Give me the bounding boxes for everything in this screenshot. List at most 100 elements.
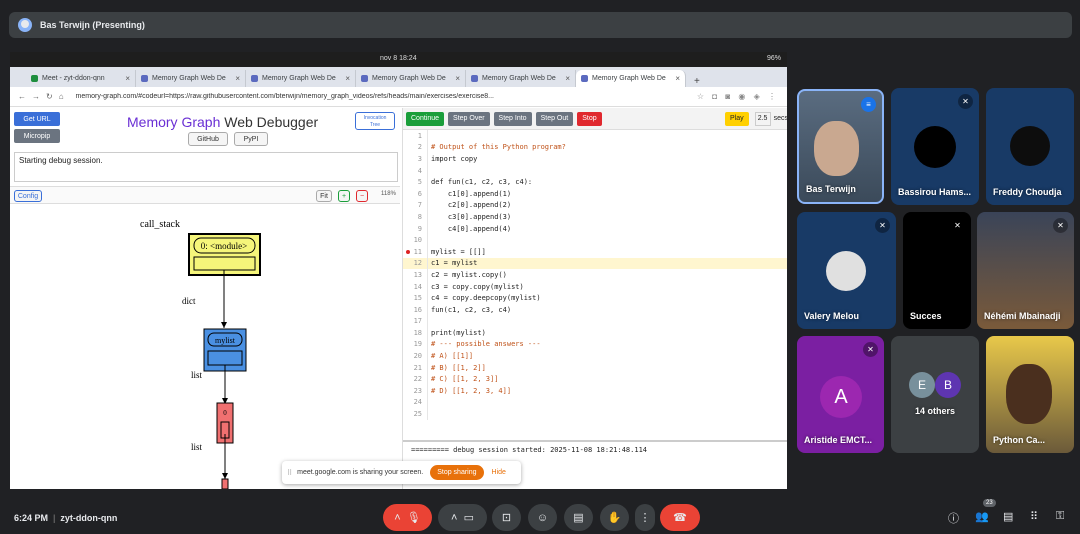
- code-line[interactable]: 5 def fun(c1, c2, c3, c4):: [403, 176, 787, 188]
- participant-tile[interactable]: ✕ Bassirou Hams...: [891, 88, 979, 205]
- line-number[interactable]: 18: [403, 327, 428, 339]
- browser-tab[interactable]: Memory Graph Web De ×: [466, 70, 576, 87]
- line-number[interactable]: 15: [403, 292, 428, 304]
- host-controls-icon[interactable]: ⚿: [1056, 510, 1064, 523]
- more-options-button[interactable]: ⋮: [635, 504, 655, 531]
- others-tile[interactable]: E B 14 others: [891, 336, 979, 453]
- participant-tile[interactable]: A ✕ Aristide EMCT...: [797, 336, 884, 453]
- code-line[interactable]: 6 c1[0].append(1): [403, 187, 787, 200]
- stop-button[interactable]: Stop: [577, 111, 602, 126]
- browser-tab[interactable]: Meet - zyt-ddon-qnn ×: [26, 70, 136, 87]
- code-line[interactable]: 11 mylist = [[]]: [403, 245, 787, 258]
- close-icon[interactable]: ×: [455, 74, 460, 83]
- play-button[interactable]: Play: [724, 111, 749, 126]
- raise-hand-button[interactable]: ✋: [600, 504, 629, 531]
- inner-list-node[interactable]: [221, 478, 229, 489]
- code-line[interactable]: 13 c2 = mylist.copy(): [403, 269, 787, 281]
- chat-icon[interactable]: ▤: [1003, 510, 1013, 523]
- line-number[interactable]: 24: [403, 396, 428, 409]
- extensions-icon[interactable]: ☆ ◘ ◙ ◉ ◈ ⋮: [697, 92, 779, 101]
- code-line[interactable]: 16 fun(c1, c2, c3, c4): [403, 303, 787, 316]
- line-number[interactable]: 25: [403, 408, 428, 420]
- micropip-button[interactable]: Micropip: [14, 129, 60, 143]
- captions-button[interactable]: ▤: [564, 504, 593, 531]
- code-line[interactable]: 23 # D) [[1, 2, 3, 4]]: [403, 385, 787, 397]
- browser-tab[interactable]: Memory Graph Web De ×: [246, 70, 356, 87]
- step-into-button[interactable]: Step Into: [493, 111, 532, 126]
- activities-icon[interactable]: ⠿: [1030, 510, 1038, 523]
- close-icon[interactable]: ×: [565, 74, 570, 83]
- speed-input[interactable]: 2.5: [754, 111, 771, 126]
- code-line[interactable]: 15 c4 = copy.deepcopy(mylist): [403, 292, 787, 304]
- code-line[interactable]: 20 # A) [[1]]: [403, 350, 787, 362]
- code-line[interactable]: 14 c3 = copy.copy(mylist): [403, 280, 787, 293]
- code-editor[interactable]: 1 2 # Output of this Python program? 3 impor…: [403, 130, 787, 440]
- line-number[interactable]: 10: [403, 234, 428, 246]
- code-line[interactable]: 3 import copy: [403, 153, 787, 165]
- code-line[interactable]: 12 c1 = mylist: [403, 257, 787, 270]
- code-line[interactable]: 22 # C) [[1, 2, 3]]: [403, 373, 787, 386]
- line-number[interactable]: 8: [403, 211, 428, 223]
- close-icon[interactable]: ×: [125, 74, 130, 83]
- code-line[interactable]: 21 # B) [[1, 2]]: [403, 361, 787, 374]
- line-number[interactable]: 9: [403, 222, 428, 235]
- line-number[interactable]: 23: [403, 385, 428, 397]
- config-button[interactable]: Config: [14, 190, 42, 202]
- code-line[interactable]: 4: [403, 164, 787, 177]
- line-number[interactable]: 20: [403, 350, 428, 362]
- zoom-in-button[interactable]: +: [338, 190, 350, 202]
- line-number[interactable]: 22: [403, 373, 428, 386]
- participant-tile[interactable]: ✕ Valery Melou: [797, 212, 896, 329]
- line-number[interactable]: 3: [403, 153, 428, 165]
- close-icon[interactable]: ×: [345, 74, 350, 83]
- drag-handle-icon[interactable]: ⠿: [287, 469, 292, 477]
- line-number[interactable]: 17: [403, 315, 428, 328]
- github-button[interactable]: GitHub: [188, 132, 228, 146]
- nav-buttons-icon[interactable]: ←→↻⌂: [18, 92, 70, 101]
- line-number[interactable]: 5: [403, 176, 428, 188]
- line-number[interactable]: 11: [403, 245, 428, 258]
- close-icon[interactable]: ×: [675, 74, 680, 83]
- participant-tile[interactable]: ≡ Bas Terwijn: [797, 89, 884, 204]
- code-line[interactable]: 10: [403, 234, 787, 246]
- people-icon[interactable]: 👥: [975, 510, 989, 523]
- code-line[interactable]: 25: [403, 408, 787, 420]
- line-number[interactable]: 19: [403, 338, 428, 351]
- camera-button[interactable]: ˄ ▭: [438, 504, 487, 531]
- participant-tile[interactable]: Freddy Choudja: [986, 88, 1074, 205]
- continue-button[interactable]: Continue: [406, 111, 445, 126]
- fit-button[interactable]: Fit: [316, 190, 332, 202]
- step-out-button[interactable]: Step Out: [535, 111, 574, 126]
- line-number[interactable]: 2: [403, 141, 428, 154]
- browser-tab[interactable]: Memory Graph Web De ×: [136, 70, 246, 87]
- line-number[interactable]: 7: [403, 199, 428, 212]
- code-line[interactable]: 18 print(mylist): [403, 327, 787, 339]
- code-line[interactable]: 1: [403, 130, 787, 142]
- info-icon[interactable]: ⓘ: [948, 510, 959, 526]
- hide-button[interactable]: Hide: [492, 469, 506, 476]
- line-number[interactable]: 4: [403, 164, 428, 177]
- line-number[interactable]: 1: [403, 130, 428, 142]
- line-number[interactable]: 16: [403, 303, 428, 316]
- line-number[interactable]: 6: [403, 187, 428, 200]
- step-over-button[interactable]: Step Over: [448, 111, 490, 126]
- code-line[interactable]: 2 # Output of this Python program?: [403, 141, 787, 154]
- line-number[interactable]: 12: [403, 257, 428, 270]
- zoom-out-button[interactable]: −: [356, 190, 368, 202]
- code-line[interactable]: 17: [403, 315, 787, 328]
- code-line[interactable]: 19 # --- possible answers ---: [403, 338, 787, 351]
- invocation-tree-button[interactable]: Invocation Tree: [355, 112, 395, 130]
- get-url-button[interactable]: Get URL: [14, 112, 60, 126]
- code-line[interactable]: 7 c2[0].append(2): [403, 199, 787, 212]
- line-number[interactable]: 13: [403, 269, 428, 281]
- url-field[interactable]: memory-graph.com/#codeurl=https://raw.gi…: [76, 93, 496, 100]
- code-line[interactable]: 8 c3[0].append(3): [403, 211, 787, 223]
- leave-call-button[interactable]: ☎: [660, 504, 700, 531]
- pypi-button[interactable]: PyPI: [234, 132, 268, 146]
- code-line[interactable]: 9 c4[0].append(4): [403, 222, 787, 235]
- browser-tab-active[interactable]: Memory Graph Web De ×: [576, 70, 686, 87]
- breakpoint-icon[interactable]: [406, 249, 410, 254]
- close-icon[interactable]: ×: [235, 74, 240, 83]
- code-line[interactable]: 24: [403, 396, 787, 409]
- new-tab-icon[interactable]: +: [694, 76, 700, 87]
